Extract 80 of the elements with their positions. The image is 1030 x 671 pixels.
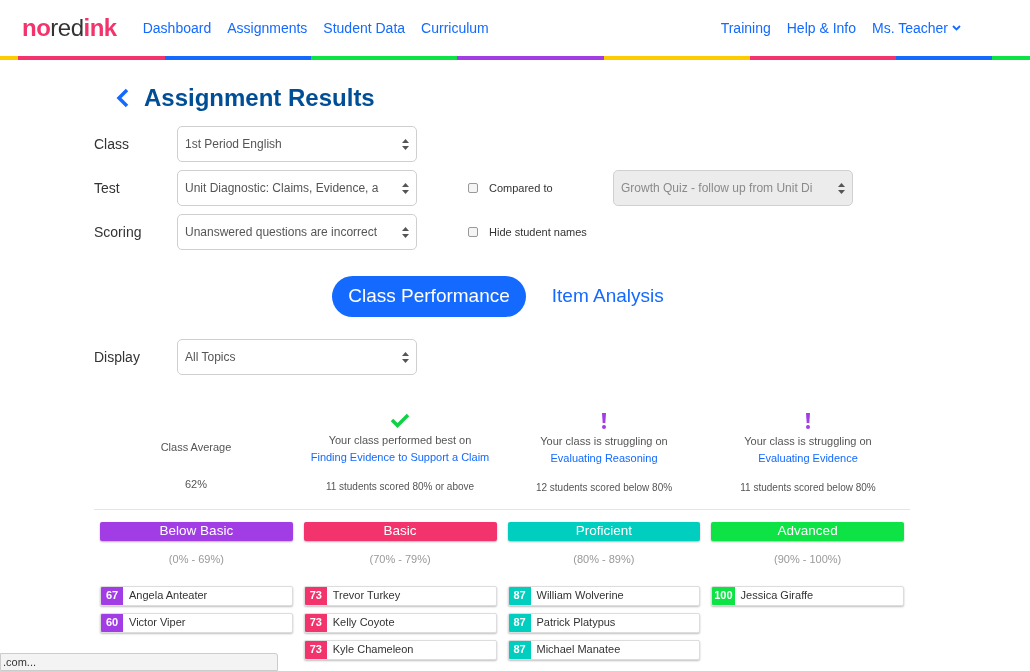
- field-label: Scoring: [94, 222, 143, 242]
- score-badge: 87: [508, 613, 531, 632]
- student-name: Jessica Giraffe: [740, 588, 814, 604]
- select-field[interactable]: Unit Diagnostic: Claims, Evidence, a: [177, 170, 417, 206]
- summary-note: 11 students scored 80% or above: [325, 480, 475, 494]
- topic-link[interactable]: Evaluating Evidence: [758, 449, 858, 466]
- class-average-value: 62%: [185, 476, 207, 492]
- student-card[interactable]: 87 William Wolverine: [507, 585, 701, 606]
- band-range: (90% - 100%): [773, 552, 843, 567]
- status-bar: .com...: [0, 653, 278, 671]
- summary-title: Your class is struggling on: [744, 434, 872, 449]
- student-name: Kelly Coyote: [332, 615, 395, 631]
- score-badge: 73: [304, 586, 327, 605]
- score-badge: 87: [508, 640, 531, 659]
- view-tab[interactable]: Class Performance: [332, 276, 526, 317]
- summary-title: Class Average: [160, 440, 232, 455]
- nav-link[interactable]: Student Data: [323, 17, 406, 39]
- nav-link[interactable]: Assignments: [227, 17, 308, 39]
- sort-arrows-icon: [838, 182, 845, 194]
- band-header: Proficient: [507, 522, 701, 541]
- view-tab[interactable]: Item Analysis: [535, 276, 680, 317]
- sort-arrows-icon: [402, 226, 409, 238]
- nav-link[interactable]: Help & Info: [786, 17, 856, 39]
- student-card[interactable]: 73 Trevor Turkey: [303, 585, 497, 606]
- band-range: (70% - 79%): [368, 552, 432, 567]
- band-header: Advanced: [711, 522, 904, 541]
- field-label: Test: [94, 178, 121, 198]
- summary-title: Your class performed best on: [328, 433, 472, 448]
- topic-link[interactable]: Evaluating Reasoning: [550, 449, 658, 466]
- student-card[interactable]: 60 Victor Viper: [100, 612, 293, 633]
- select-field[interactable]: 1st Period English: [177, 126, 417, 162]
- nav-link[interactable]: Training: [720, 17, 771, 39]
- topic-link[interactable]: Finding Evidence to Support a Claim: [310, 448, 490, 465]
- score-badge: 67: [101, 586, 123, 605]
- student-card[interactable]: 73 Kelly Coyote: [303, 612, 497, 633]
- student-name: Victor Viper: [129, 615, 186, 631]
- summary-note: 11 students scored below 80%: [740, 481, 876, 495]
- student-name: Angela Anteater: [129, 588, 208, 604]
- field-label: Display: [94, 347, 141, 367]
- checkbox[interactable]: [468, 183, 478, 193]
- score-badge: 87: [508, 586, 531, 605]
- score-badge: 60: [101, 613, 123, 632]
- field-label: Class: [94, 134, 130, 154]
- student-card[interactable]: 73 Kyle Chameleon: [303, 639, 497, 660]
- exclamation-icon: [805, 413, 811, 429]
- checkmark-icon: [390, 413, 410, 428]
- student-name: William Wolverine: [536, 588, 624, 604]
- sort-arrows-icon: [402, 351, 409, 363]
- select-field[interactable]: Unanswered questions are incorrect: [177, 214, 417, 250]
- band-header: Below Basic: [100, 522, 293, 541]
- page-title: Assignment Results: [144, 83, 375, 113]
- nav-link[interactable]: Curriculum: [421, 17, 489, 39]
- student-name: Kyle Chameleon: [332, 642, 414, 658]
- logo[interactable]: noredink: [22, 10, 117, 46]
- score-badge: 100: [712, 586, 735, 605]
- student-card[interactable]: 67 Angela Anteater: [100, 585, 293, 606]
- checkbox-label: Hide student names: [489, 224, 588, 240]
- sort-arrows-icon: [402, 138, 409, 150]
- student-name: Michael Manatee: [536, 642, 621, 658]
- student-card[interactable]: 87 Patrick Platypus: [507, 612, 701, 633]
- student-card[interactable]: 100 Jessica Giraffe: [711, 585, 904, 606]
- student-name: Patrick Platypus: [536, 615, 616, 631]
- band-range: (0% - 69%): [167, 552, 225, 567]
- select-field[interactable]: All Topics: [177, 339, 417, 375]
- summary-note: 12 students scored below 80%: [535, 481, 673, 495]
- sort-arrows-icon: [402, 182, 409, 194]
- back-chevron-icon[interactable]: [116, 88, 130, 108]
- student-card[interactable]: 87 Michael Manatee: [507, 639, 701, 660]
- exclamation-icon: [601, 413, 607, 429]
- checkbox-label: Compared to: [489, 180, 554, 196]
- user-menu[interactable]: Ms. Teacher: [872, 17, 961, 39]
- nav-link[interactable]: Dashboard: [142, 17, 212, 39]
- band-range: (80% - 89%): [572, 552, 636, 567]
- chevron-down-icon: [952, 25, 961, 31]
- student-name: Trevor Turkey: [332, 588, 401, 604]
- summary-title: Your class is struggling on: [540, 434, 668, 449]
- band-header: Basic: [303, 522, 497, 541]
- score-badge: 73: [304, 640, 327, 659]
- score-badge: 73: [304, 613, 327, 632]
- checkbox[interactable]: [468, 227, 478, 237]
